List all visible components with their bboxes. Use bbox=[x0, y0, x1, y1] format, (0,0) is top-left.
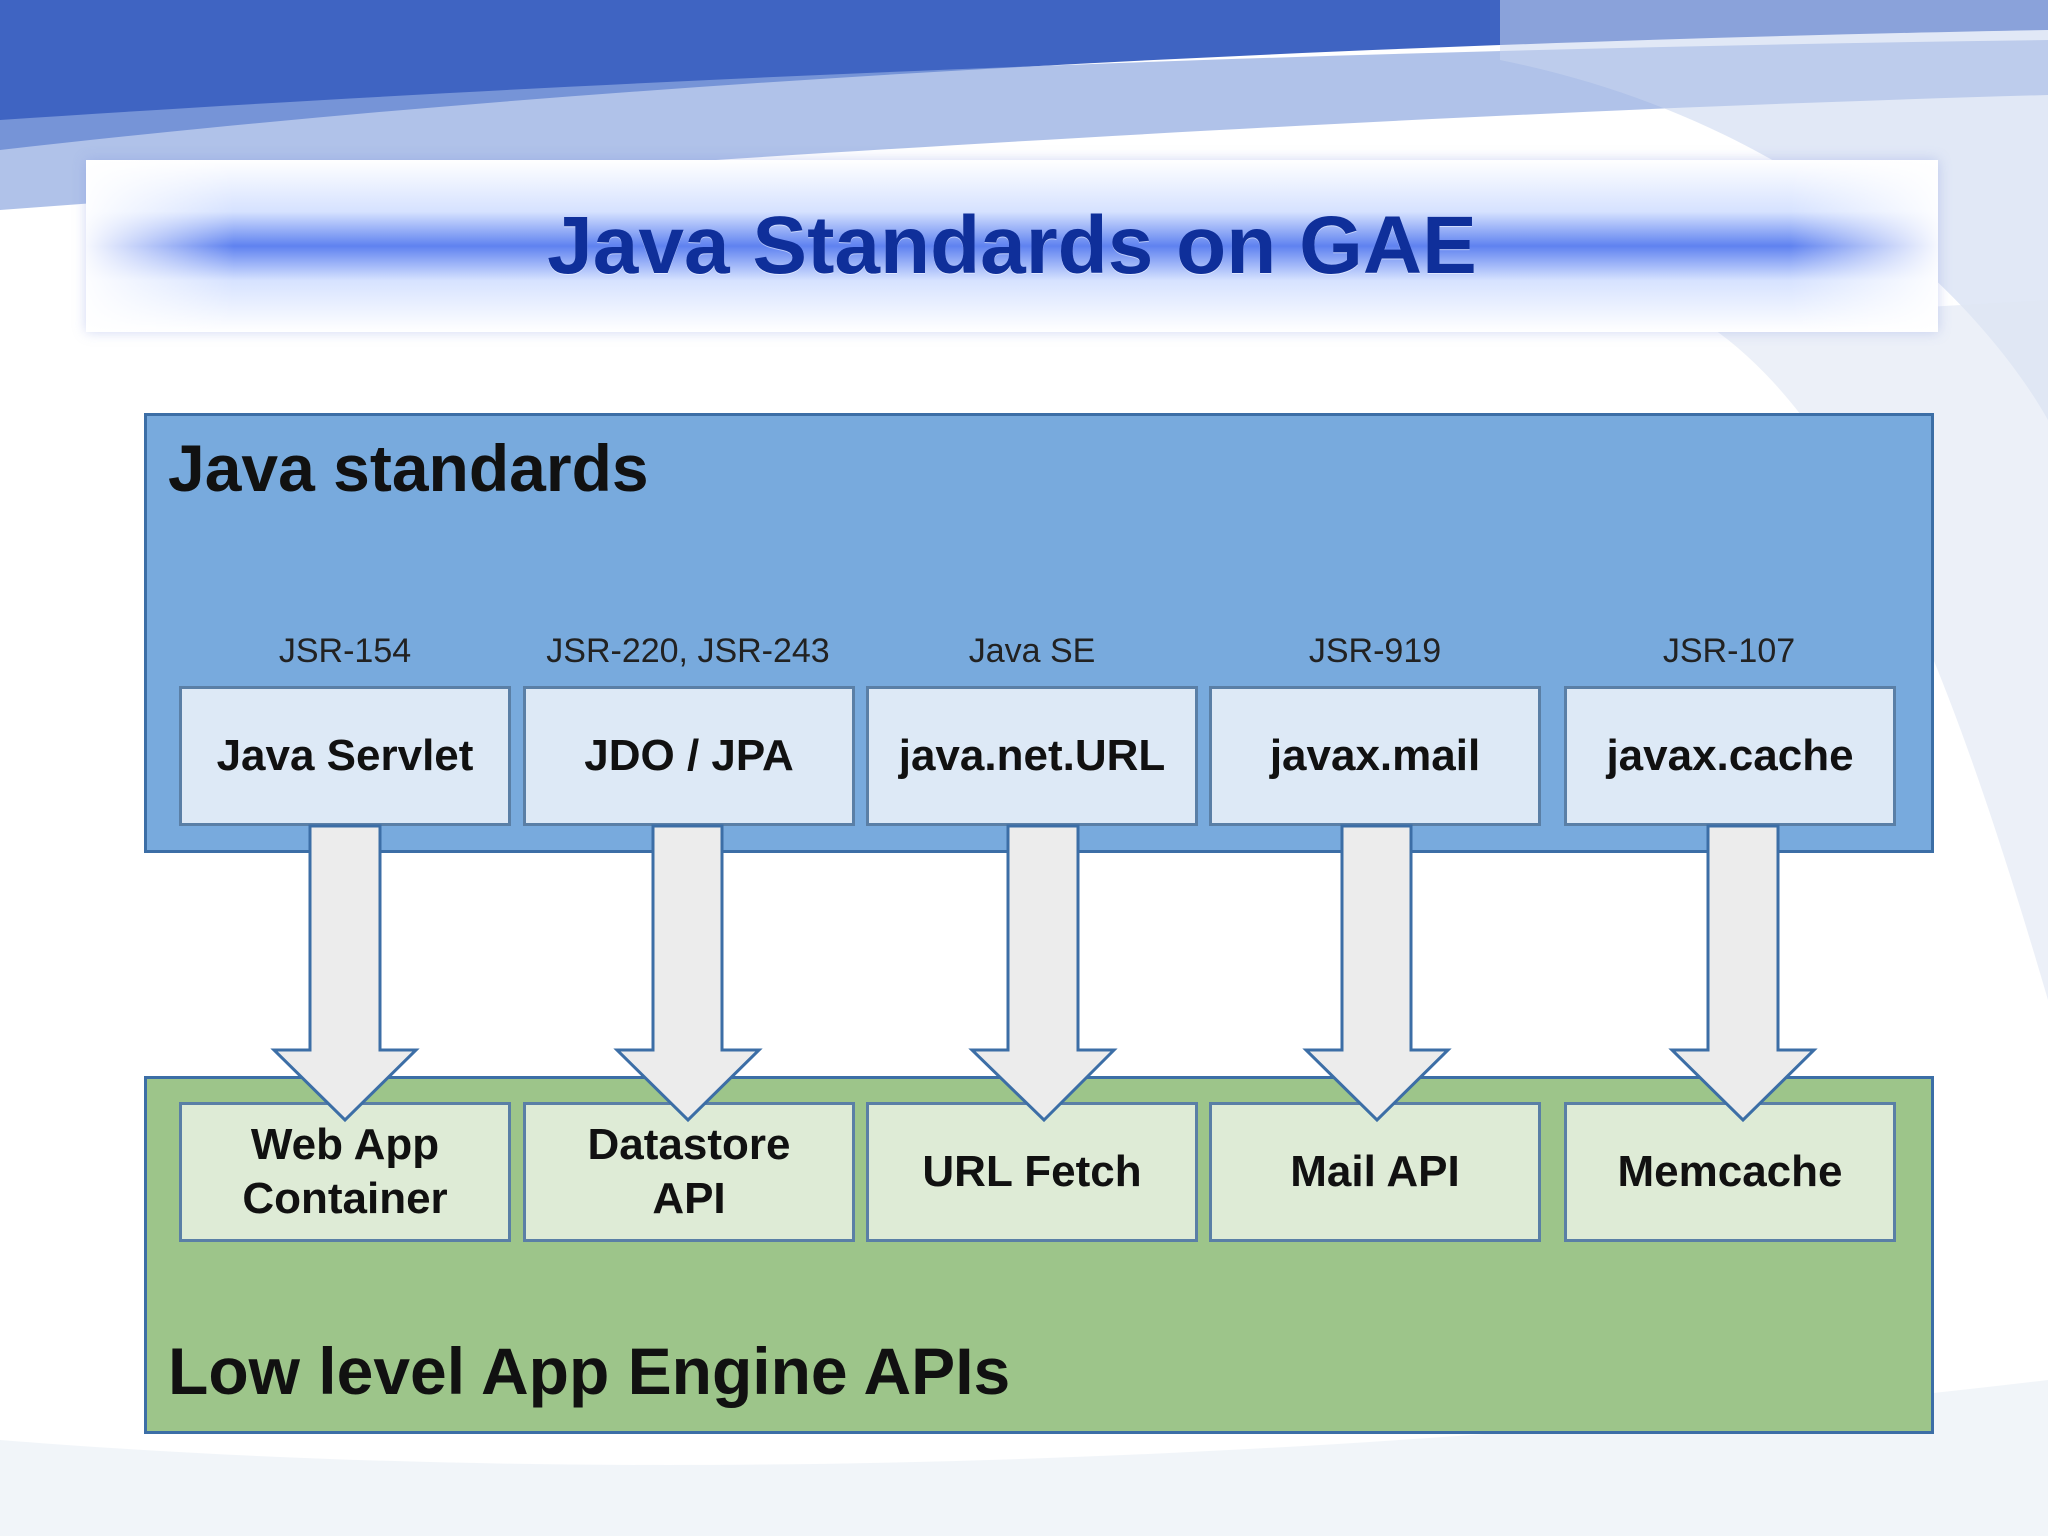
java-standards-label: Java standards bbox=[168, 431, 649, 505]
app-engine-apis-label: Low level App Engine APIs bbox=[168, 1334, 1011, 1408]
standard-box-java-servlet: Java Servlet bbox=[179, 686, 511, 826]
standard-box-jdo-jpa: JDO / JPA bbox=[523, 686, 855, 826]
standard-box-javax-mail: javax.mail bbox=[1209, 686, 1541, 826]
api-box-datastore: Datastore API bbox=[523, 1102, 855, 1242]
spec-label-servlet: JSR-154 bbox=[278, 632, 412, 670]
standard-box-javax-cache: javax.cache bbox=[1564, 686, 1896, 826]
spec-label-java-se: Java SE bbox=[968, 632, 1096, 670]
api-box-mail: Mail API bbox=[1209, 1102, 1541, 1242]
standard-box-java-net-url: java.net.URL bbox=[866, 686, 1198, 826]
api-box-web-app-container: Web App Container bbox=[179, 1102, 511, 1242]
spec-label-mail: JSR-919 bbox=[1308, 632, 1442, 670]
title-band: Java Standards on GAE bbox=[86, 160, 1938, 332]
spec-label-cache: JSR-107 bbox=[1662, 632, 1796, 670]
spec-label-jdo-jpa: JSR-220, JSR-243 bbox=[546, 632, 830, 670]
api-box-url-fetch: URL Fetch bbox=[866, 1102, 1198, 1242]
slide-title: Java Standards on GAE bbox=[547, 200, 1477, 291]
api-box-memcache: Memcache bbox=[1564, 1102, 1896, 1242]
